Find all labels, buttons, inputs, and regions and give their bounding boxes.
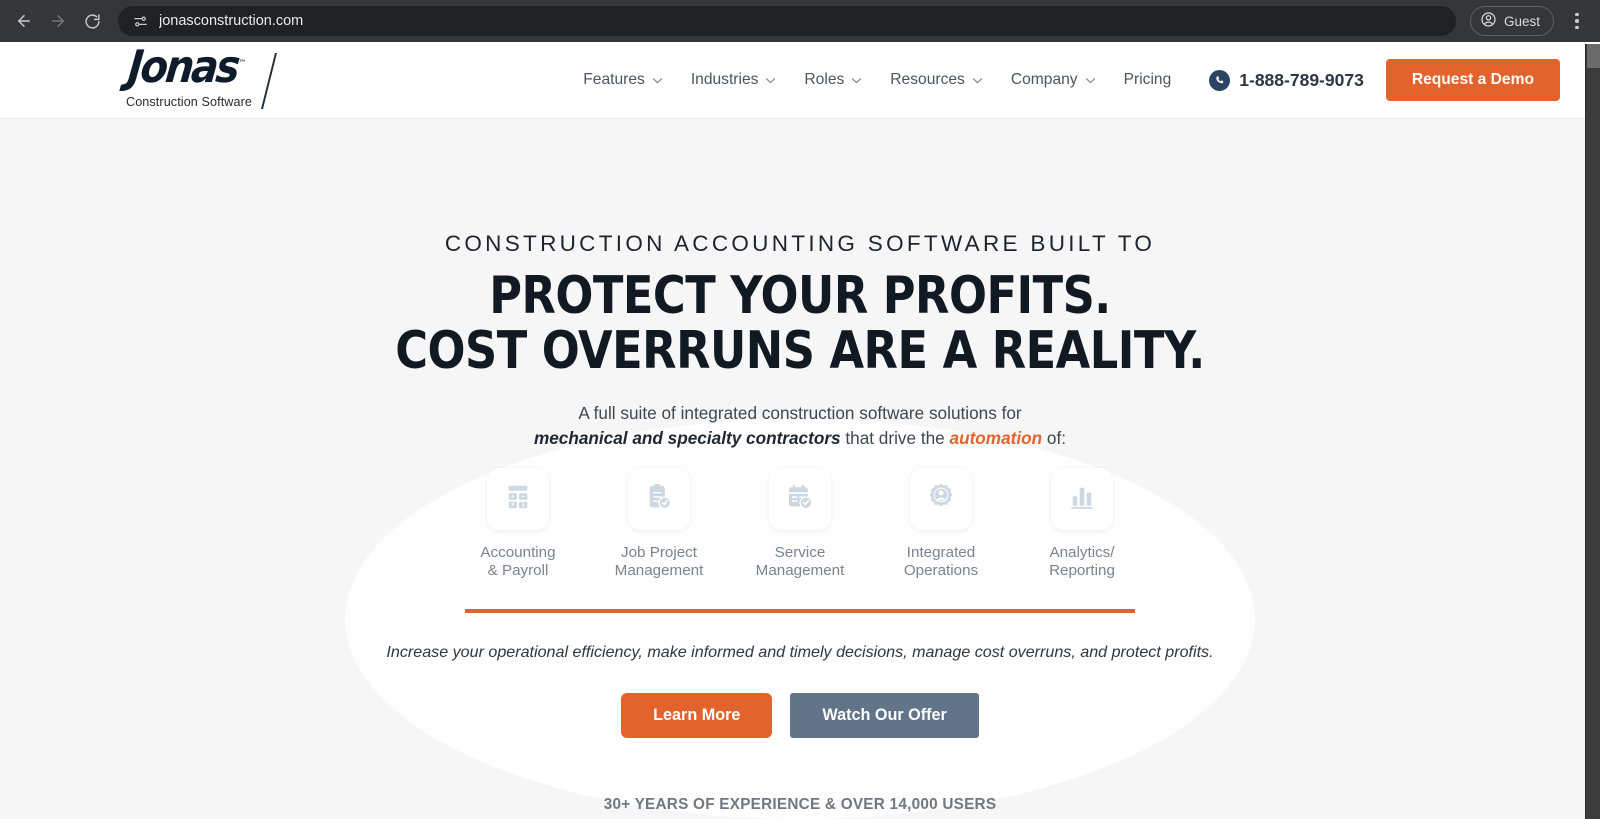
lede-end-segment: of: bbox=[1042, 427, 1067, 448]
nav-item-pricing[interactable]: Pricing bbox=[1110, 71, 1186, 89]
nav-label: Company bbox=[1010, 71, 1078, 88]
experience-stats: 30+ YEARS OF EXPERIENCE & OVER 14,000 US… bbox=[603, 795, 997, 813]
phone-icon bbox=[1209, 69, 1231, 91]
account-circle-icon bbox=[1480, 11, 1497, 31]
watch-our-offer-button[interactable]: Watch Our Offer bbox=[790, 692, 979, 738]
hero-content: CONSTRUCTION ACCOUNTING SOFTWARE BUILT T… bbox=[0, 119, 1600, 814]
page-scrollbar[interactable] bbox=[1585, 42, 1600, 819]
feature-job-project-management[interactable]: Job Project Management bbox=[589, 468, 730, 580]
site-settings-icon[interactable] bbox=[132, 13, 149, 30]
chevron-down-icon bbox=[765, 71, 776, 89]
browser-toolbar: jonasconstruction.com Guest bbox=[0, 0, 1600, 42]
feature-icon-row: Accounting & Payroll Job Project Managem… bbox=[0, 468, 1600, 580]
lede-accent-segment: automation bbox=[949, 427, 1043, 448]
feature-tile bbox=[487, 468, 549, 531]
feature-service-management[interactable]: Service Management bbox=[730, 468, 871, 580]
nav-label: Roles bbox=[804, 71, 845, 88]
nav-label: Features bbox=[583, 71, 645, 88]
chevron-down-icon bbox=[652, 71, 663, 89]
request-a-demo-button[interactable]: Request a Demo bbox=[1385, 59, 1560, 101]
logo-wordmark: Jonas™ bbox=[126, 42, 248, 93]
browser-menu-button[interactable] bbox=[1562, 5, 1592, 37]
logo-word-text: Jonas bbox=[125, 42, 241, 94]
logo-trademark: ™ bbox=[237, 58, 247, 69]
chevron-down-icon bbox=[851, 71, 862, 89]
nav-item-resources[interactable]: Resources bbox=[876, 71, 997, 89]
feature-label: Integrated Operations bbox=[903, 544, 979, 579]
nav-label: Pricing bbox=[1123, 71, 1172, 88]
nav-label: Resources bbox=[890, 71, 965, 88]
feature-label: Job Project Management bbox=[614, 544, 704, 579]
lede-mid-segment: that drive the bbox=[840, 427, 950, 448]
hero-subtitle: A full suite of integrated construction … bbox=[0, 401, 1600, 450]
reload-icon bbox=[84, 13, 101, 30]
phone-number: 1-888-789-9073 bbox=[1239, 69, 1364, 90]
nav-item-company[interactable]: Company bbox=[997, 71, 1110, 89]
scrollbar-top-edge bbox=[1585, 42, 1600, 44]
kebab-menu-icon bbox=[1575, 12, 1579, 17]
nav-label: Industries bbox=[690, 71, 759, 88]
feature-tile bbox=[628, 468, 690, 531]
hero-eyebrow: CONSTRUCTION ACCOUNTING SOFTWARE BUILT T… bbox=[444, 231, 1156, 256]
back-button[interactable] bbox=[8, 5, 40, 37]
lede-bold-segment: mechanical and specialty contractors bbox=[533, 427, 841, 448]
logo-subtitle: Construction Software bbox=[126, 95, 252, 110]
feature-label: Accounting & Payroll bbox=[480, 544, 556, 579]
page-viewport: Jonas™ Construction Software Features In… bbox=[0, 42, 1600, 819]
nav-item-features[interactable]: Features bbox=[569, 71, 677, 89]
reload-button[interactable] bbox=[76, 5, 108, 37]
main-navigation: Features Industries Roles Resources Comp… bbox=[569, 59, 1560, 101]
nav-item-roles[interactable]: Roles bbox=[790, 71, 876, 89]
phone-link[interactable]: 1-888-789-9073 bbox=[1209, 69, 1364, 91]
headline-line-2: COST OVERRUNS ARE A REALITY. bbox=[395, 321, 1205, 382]
scrollbar-thumb[interactable] bbox=[1587, 42, 1600, 68]
hero-cta-row: Learn More Watch Our Offer bbox=[0, 692, 1600, 738]
page-title: PROTECT YOUR PROFITS. COST OVERRUNS ARE … bbox=[112, 266, 1488, 382]
feature-tile bbox=[1051, 468, 1113, 531]
chevron-down-icon bbox=[1085, 71, 1096, 89]
site-logo[interactable]: Jonas™ Construction Software bbox=[126, 42, 277, 110]
calculator-icon bbox=[503, 482, 533, 517]
profile-button[interactable]: Guest bbox=[1469, 6, 1554, 36]
calendar-check-icon bbox=[785, 482, 815, 517]
headline-line-1: PROTECT YOUR PROFITS. bbox=[489, 266, 1111, 326]
logo-slash-mark bbox=[261, 52, 277, 109]
bar-chart-icon bbox=[1067, 482, 1097, 517]
feature-analytics-reporting[interactable]: Analytics/ Reporting bbox=[1012, 468, 1153, 580]
feature-label: Analytics/ Reporting bbox=[1049, 544, 1115, 579]
feature-tile bbox=[910, 468, 972, 531]
address-bar[interactable]: jonasconstruction.com bbox=[118, 6, 1456, 36]
gear-person-icon bbox=[926, 482, 956, 517]
clipboard-check-icon bbox=[644, 482, 674, 517]
profile-label: Guest bbox=[1503, 13, 1540, 29]
feature-integrated-operations[interactable]: Integrated Operations bbox=[871, 468, 1012, 580]
feature-tile bbox=[769, 468, 831, 531]
orange-divider bbox=[465, 608, 1135, 613]
feature-label: Service Management bbox=[755, 544, 845, 579]
lede-line-1: A full suite of integrated construction … bbox=[578, 403, 1022, 424]
address-bar-text: jonasconstruction.com bbox=[159, 13, 304, 29]
logo-text-block: Jonas™ Construction Software bbox=[126, 42, 252, 110]
forward-button[interactable] bbox=[42, 5, 74, 37]
forward-arrow-icon bbox=[49, 12, 67, 30]
hero-tagline: Increase your operational efficiency, ma… bbox=[386, 642, 1214, 661]
feature-accounting-payroll[interactable]: Accounting & Payroll bbox=[448, 468, 589, 580]
site-header: Jonas™ Construction Software Features In… bbox=[0, 42, 1600, 119]
hero-section: CONSTRUCTION ACCOUNTING SOFTWARE BUILT T… bbox=[0, 119, 1600, 819]
nav-item-industries[interactable]: Industries bbox=[677, 71, 791, 89]
chevron-down-icon bbox=[972, 71, 983, 89]
learn-more-button[interactable]: Learn More bbox=[621, 692, 773, 738]
back-arrow-icon bbox=[15, 12, 33, 30]
